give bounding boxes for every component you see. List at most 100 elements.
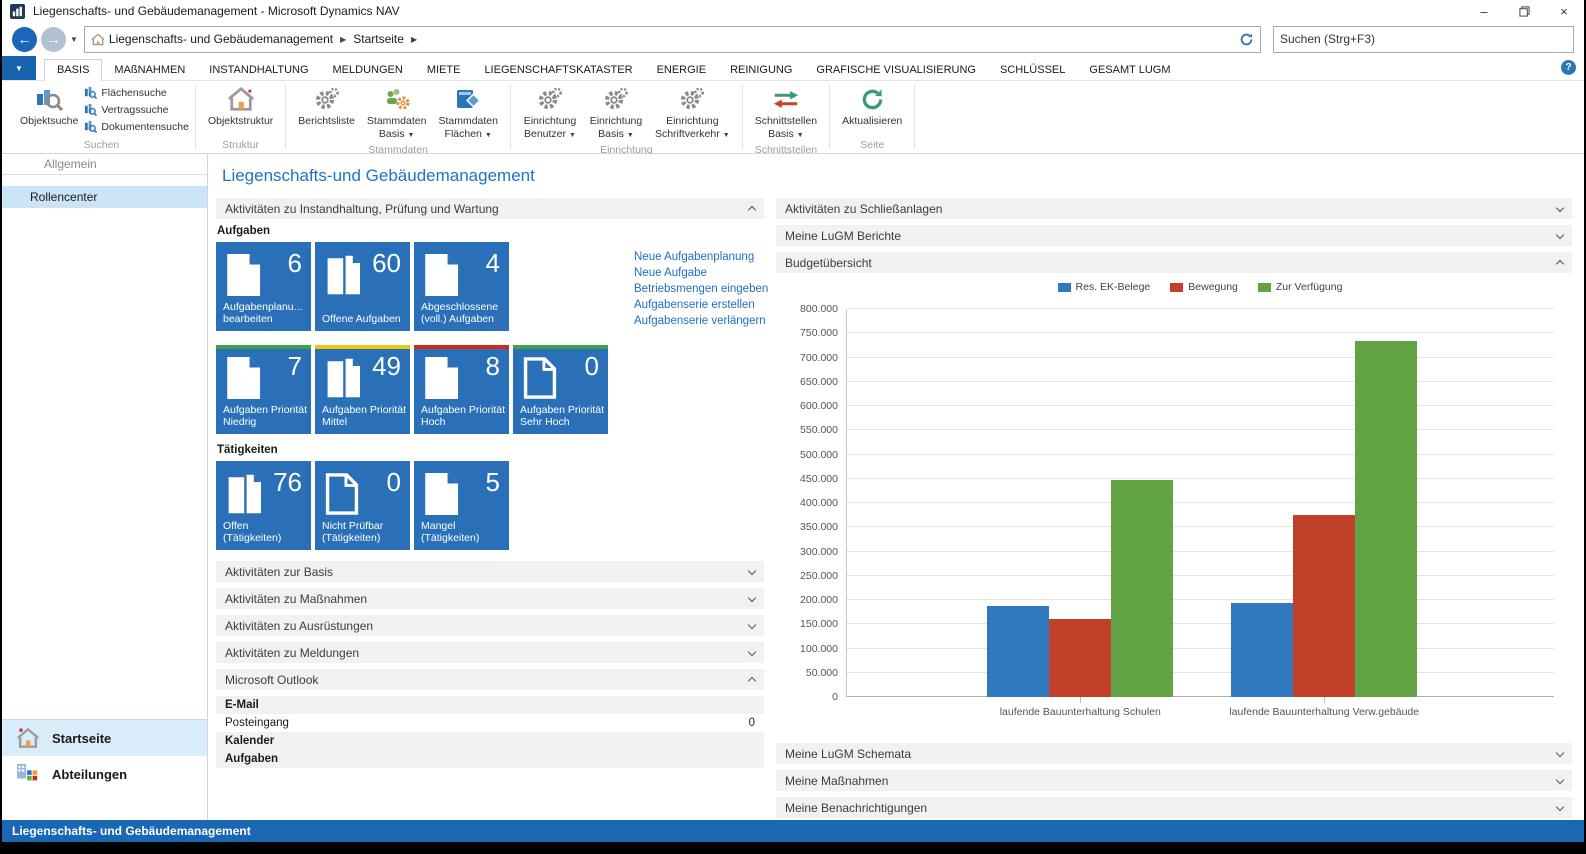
accordion-meine-lugm-berichte[interactable]: Meine LuGM Berichte — [776, 225, 1572, 246]
dokumentensuche-button[interactable]: Dokumentensuche — [84, 120, 189, 133]
link-neue-aufgabenplanung[interactable]: Neue Aufgabenplanung — [634, 251, 768, 263]
nav-item-abteilungen[interactable]: Abteilungen — [2, 756, 207, 792]
tab-massnahmen[interactable]: MAßNAHMEN — [102, 60, 197, 80]
y-axis-tick-label: 700.000 — [800, 352, 838, 364]
minimize-button[interactable]: – — [1464, 0, 1504, 22]
einrichtung-schriftverkehr-button[interactable]: EinrichtungSchriftverkehr▼ — [649, 83, 736, 143]
bar-bewegung[interactable] — [1293, 515, 1355, 697]
search-input[interactable] — [1273, 26, 1574, 53]
posteingang-count: 0 — [749, 717, 755, 729]
priority-strip — [513, 345, 608, 349]
bar-zur-verf-gung[interactable] — [1355, 341, 1417, 697]
y-axis-tick-label: 0 — [832, 691, 838, 703]
restore-button[interactable] — [1504, 0, 1544, 22]
x-axis-category-label: laufende Bauunterhaltung Schulen — [1000, 706, 1161, 718]
stammdaten-flaechen-button[interactable]: StammdatenFlächen▼ — [432, 83, 504, 143]
accordion-meldungen[interactable]: Aktivitäten zu Meldungen — [216, 642, 764, 663]
flaechensuche-button[interactable]: Flächensuche — [84, 86, 189, 99]
tile-mangel-taetigkeiten[interactable]: 5Mangel (Tätigkeiten) — [414, 461, 509, 550]
tile-prioritaet-sehr-hoch[interactable]: 0Aufgaben Priorität Sehr Hoch — [513, 345, 608, 434]
link-aufgabenserie-erstellen[interactable]: Aufgabenserie erstellen — [634, 299, 768, 311]
aktualisieren-button[interactable]: Aktualisieren — [836, 83, 908, 130]
accordion-meine-massnahmen[interactable]: Meine Maßnahmen — [776, 770, 1572, 791]
search-icon — [84, 86, 97, 99]
home-icon — [91, 33, 105, 46]
breadcrumb-root[interactable]: Liegenschafts- und Gebäudemanagement — [109, 32, 333, 46]
y-axis-tick-label: 300.000 — [800, 546, 838, 558]
bar-res-ek-belege[interactable] — [1231, 603, 1293, 697]
objektsuche-button[interactable]: Objektsuche — [14, 83, 84, 130]
legend-item: Zur Verfügung — [1258, 281, 1343, 293]
tab-instandhaltung[interactable]: INSTANDHALTUNG — [197, 60, 320, 80]
schnittstellen-basis-button[interactable]: SchnittstellenBasis▼ — [749, 83, 823, 143]
accordion-instandhaltung[interactable]: Aktivitäten zu Instandhaltung, Prüfung u… — [216, 198, 764, 219]
address-bar[interactable]: Liegenschafts- und Gebäudemanagement ▶ S… — [84, 26, 1261, 53]
accordion-basis[interactable]: Aktivitäten zur Basis — [216, 561, 764, 582]
tab-gesamt-lugm[interactable]: GESAMT LUGM — [1077, 60, 1182, 80]
einrichtung-benutzer-button[interactable]: EinrichtungBenutzer▼ — [517, 83, 583, 143]
tile-offene-aufgaben[interactable]: 60Offene Aufgaben — [315, 242, 410, 331]
stammdaten-basis-button[interactable]: StammdatenBasis▼ — [361, 83, 433, 143]
document-icon — [423, 473, 459, 515]
chevron-down-icon — [1556, 802, 1564, 810]
berichtsliste-button[interactable]: Berichtsliste — [292, 83, 361, 130]
link-betriebsmengen-eingeben[interactable]: Betriebsmengen eingeben — [634, 283, 768, 295]
x-axis-tick-mark — [1324, 697, 1325, 703]
accordion-massnahmen[interactable]: Aktivitäten zu Maßnahmen — [216, 588, 764, 609]
forward-button[interactable]: → — [41, 27, 66, 52]
legend-label: Res. EK-Belege — [1076, 281, 1151, 293]
accordion-budgetuebersicht[interactable]: Budgetübersicht — [776, 252, 1572, 273]
help-icon[interactable]: ? — [1561, 60, 1576, 75]
bar-zur-verf-gung[interactable] — [1111, 480, 1173, 697]
link-aufgabenserie-verlaengern[interactable]: Aufgabenserie verlängern — [634, 315, 768, 327]
ribbon-group-stammdaten: Berichtsliste StammdatenBasis▼ Stammdate… — [286, 81, 510, 153]
dropdown-arrow-icon: ▼ — [797, 132, 804, 139]
vertragssuche-button[interactable]: Vertragssuche — [84, 103, 189, 116]
y-axis-tick-label: 450.000 — [800, 473, 838, 485]
tab-basis[interactable]: BASIS — [44, 59, 102, 81]
tab-liegenschaftskataster[interactable]: LIEGENSCHAFTSKATASTER — [472, 60, 644, 80]
close-button[interactable]: × — [1544, 0, 1584, 22]
tile-abgeschlossene-aufgaben[interactable]: 4Abgeschlossene (voll.) Aufgaben — [414, 242, 509, 331]
search-icon — [84, 120, 97, 133]
tab-miete[interactable]: MIETE — [415, 60, 473, 80]
master-data-icon — [384, 86, 410, 112]
tile-prioritaet-hoch[interactable]: 8Aufgaben Priorität Hoch — [414, 345, 509, 434]
breadcrumb-page[interactable]: Startseite — [353, 32, 404, 46]
back-button[interactable]: ← — [12, 27, 37, 52]
tab-schluessel[interactable]: SCHLÜSSEL — [988, 60, 1077, 80]
outlook-posteingang-row[interactable]: Posteingang0 — [216, 714, 764, 732]
refresh-icon — [860, 87, 885, 112]
link-neue-aufgabe[interactable]: Neue Aufgabe — [634, 267, 768, 279]
nav-item-rollencenter[interactable]: Rollencenter — [2, 186, 207, 208]
tile-offen-taetigkeiten[interactable]: 76Offen (Tätigkeiten) — [216, 461, 311, 550]
tile-prioritaet-niedrig[interactable]: 7Aufgaben Priorität Niedrig — [216, 345, 311, 434]
document-outline-icon — [324, 473, 360, 515]
accordion-schliessanlagen[interactable]: Aktivitäten zu Schließanlagen — [776, 198, 1572, 219]
bar-res-ek-belege[interactable] — [987, 606, 1049, 697]
tab-grafische-visualisierung[interactable]: GRAFISCHE VISUALISIERUNG — [804, 60, 988, 80]
dropdown-arrow-icon: ▼ — [485, 132, 492, 139]
y-axis-tick-label: 650.000 — [800, 376, 838, 388]
budget-chart: Res. EK-BelegeBewegungZur Verfügung 050.… — [780, 279, 1568, 731]
accordion-microsoft-outlook[interactable]: Microsoft Outlook — [216, 669, 764, 690]
tab-meldungen[interactable]: MELDUNGEN — [321, 60, 415, 80]
tile-aufgabenplanung-bearbeiten[interactable]: 6Aufgabenplanu... bearbeiten — [216, 242, 311, 331]
nav-item-startseite[interactable]: Startseite — [2, 719, 207, 756]
tab-reinigung[interactable]: REINIGUNG — [718, 60, 804, 80]
objektstruktur-button[interactable]: Objektstruktur — [202, 83, 279, 130]
tab-energie[interactable]: ENERGIE — [645, 60, 719, 80]
legend-label: Zur Verfügung — [1276, 281, 1343, 293]
chevron-down-icon — [748, 647, 756, 655]
tile-prioritaet-mittel[interactable]: 49Aufgaben Priorität Mittel — [315, 345, 410, 434]
accordion-meine-lugm-schemata[interactable]: Meine LuGM Schemata — [776, 743, 1572, 764]
departments-icon — [16, 763, 40, 785]
accordion-ausruestungen[interactable]: Aktivitäten zu Ausrüstungen — [216, 615, 764, 636]
accordion-meine-benachrichtigungen[interactable]: Meine Benachrichtigungen — [776, 797, 1572, 818]
application-menu-button[interactable]: ▼ — [2, 56, 36, 80]
bar-bewegung[interactable] — [1049, 619, 1111, 697]
refresh-icon[interactable] — [1239, 32, 1254, 47]
tile-nicht-pruefbar-taetigkeiten[interactable]: 0Nicht Prüfbar (Tätigkeiten) — [315, 461, 410, 550]
nav-history-dropdown-icon[interactable]: ▼ — [70, 35, 78, 44]
einrichtung-basis-button[interactable]: EinrichtungBasis▼ — [583, 83, 649, 143]
